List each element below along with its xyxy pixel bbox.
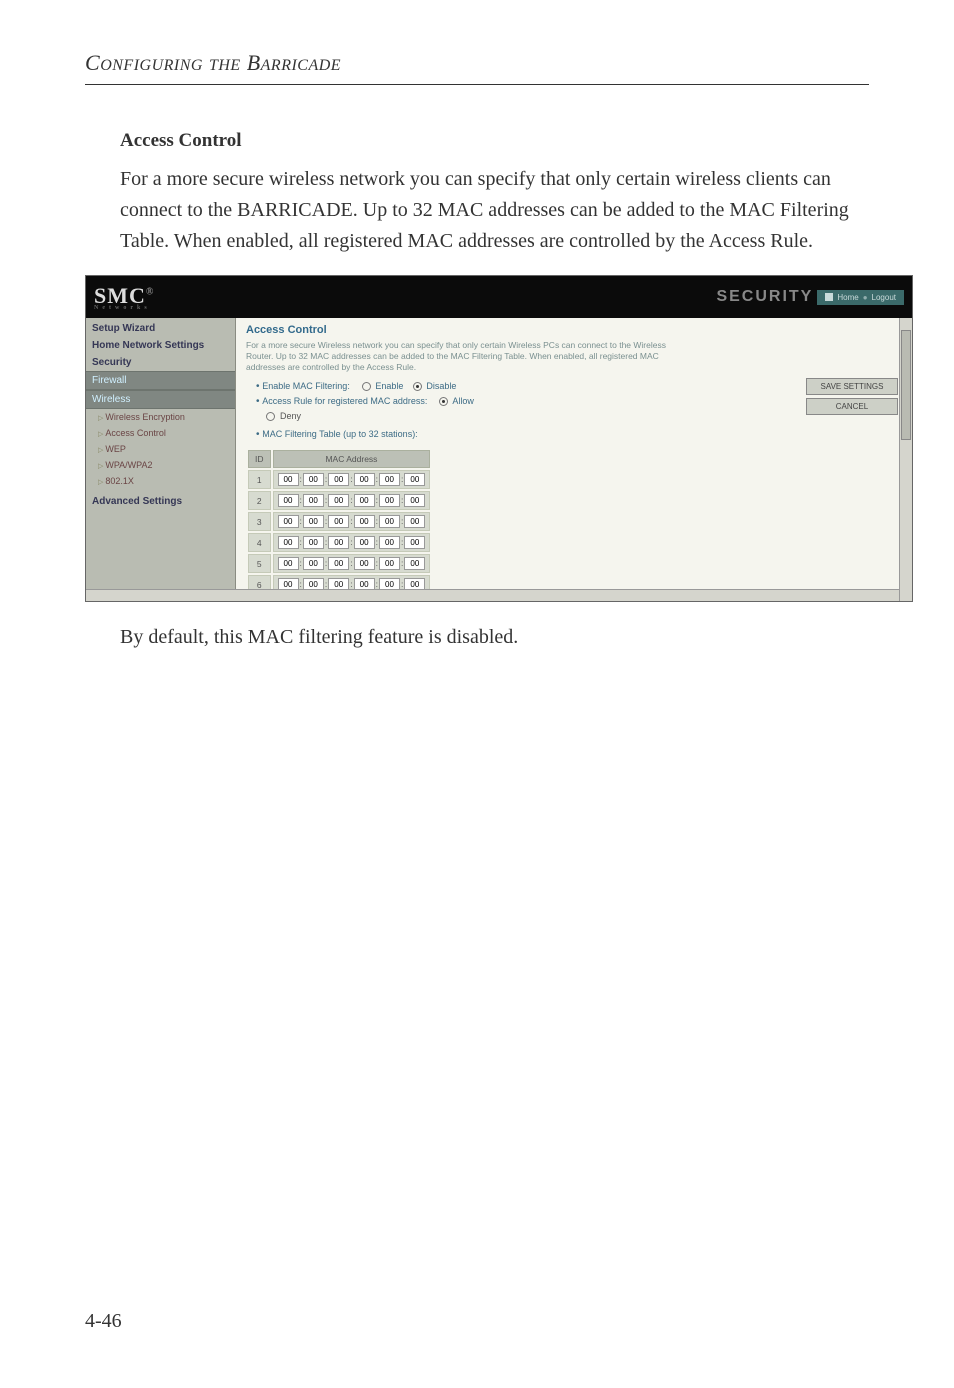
table-row: 4::::: — [248, 533, 430, 552]
mac-address-cell: ::::: — [273, 491, 431, 510]
sidebar-item-security[interactable]: Security — [86, 354, 235, 371]
sidebar-item-setup-wizard[interactable]: Setup Wizard — [86, 320, 235, 337]
mac-octet-input[interactable] — [379, 536, 400, 549]
panel-title: Access Control — [246, 324, 902, 336]
mac-octet-input[interactable] — [278, 515, 299, 528]
save-settings-button[interactable]: SAVE SETTINGS — [806, 378, 898, 395]
mac-octet-input[interactable] — [354, 557, 375, 570]
section-heading: Access Control — [120, 130, 869, 152]
mac-octet-input[interactable] — [404, 494, 425, 507]
mac-octet-input[interactable] — [303, 473, 324, 486]
page-number: 4-46 — [85, 1310, 122, 1333]
mac-octet-input[interactable] — [379, 473, 400, 486]
home-label: Home — [837, 293, 858, 302]
mac-address-cell: ::::: — [273, 470, 431, 489]
mac-octet-input[interactable] — [278, 536, 299, 549]
table-heading: MAC Filtering Table (up to 32 stations): — [256, 429, 902, 440]
mac-octet-input[interactable] — [328, 536, 349, 549]
row-id: 1 — [248, 470, 271, 489]
mac-octet-input[interactable] — [278, 473, 299, 486]
router-admin-screenshot: SMC®Networks SECURITY Home ● Logout Setu… — [85, 275, 913, 602]
sidebar: Setup Wizard Home Network Settings Secur… — [86, 318, 236, 601]
mac-octet-input[interactable] — [303, 557, 324, 570]
brand-logo: SMC®Networks — [94, 283, 154, 311]
mac-octet-input[interactable] — [328, 557, 349, 570]
table-row: 5::::: — [248, 554, 430, 573]
mac-octet-input[interactable] — [404, 557, 425, 570]
table-row: 1::::: — [248, 470, 430, 489]
page-header: CONFIGURING THE BARRICADE — [85, 50, 869, 85]
radio-disable[interactable] — [413, 382, 422, 391]
mac-octet-input[interactable] — [354, 536, 375, 549]
intro-paragraph: For a more secure wireless network you c… — [120, 164, 869, 257]
th-mac: MAC Address — [273, 450, 431, 468]
mac-address-cell: ::::: — [273, 512, 431, 531]
opt-allow-label: Allow — [452, 396, 474, 406]
horizontal-scrollbar[interactable] — [86, 589, 899, 601]
sidebar-item-wireless-encryption[interactable]: Wireless Encryption — [86, 409, 235, 425]
radio-enable[interactable] — [362, 382, 371, 391]
home-button[interactable]: Home ● Logout — [817, 290, 904, 305]
sidebar-item-wep[interactable]: WEP — [86, 441, 235, 457]
opt-deny-label: Deny — [280, 411, 301, 421]
rule-label: Access Rule for registered MAC address: — [262, 396, 427, 406]
mac-octet-input[interactable] — [379, 494, 400, 507]
logout-label: Logout — [872, 293, 896, 302]
mac-filtering-table: ID MAC Address 1:::::2:::::3:::::4:::::5… — [246, 448, 432, 602]
mac-octet-input[interactable] — [303, 536, 324, 549]
mac-octet-input[interactable] — [379, 557, 400, 570]
mac-address-cell: ::::: — [273, 554, 431, 573]
vertical-scrollbar[interactable] — [899, 318, 912, 601]
panel-description: For a more secure Wireless network you c… — [246, 340, 666, 373]
mac-octet-input[interactable] — [303, 494, 324, 507]
caption-paragraph: By default, this MAC filtering feature i… — [120, 622, 869, 653]
row-id: 2 — [248, 491, 271, 510]
cancel-button[interactable]: CANCEL — [806, 398, 898, 415]
sidebar-item-wpa[interactable]: WPA/WPA2 — [86, 457, 235, 473]
mac-octet-input[interactable] — [278, 494, 299, 507]
sidebar-item-wireless[interactable]: Wireless — [86, 390, 235, 409]
table-row: 2::::: — [248, 491, 430, 510]
mac-octet-input[interactable] — [303, 515, 324, 528]
opt-disable-label: Disable — [426, 381, 456, 391]
mac-octet-input[interactable] — [354, 515, 375, 528]
sidebar-item-8021x[interactable]: 802.1X — [86, 473, 235, 489]
opt-enable-label: Enable — [375, 381, 403, 391]
home-icon — [825, 293, 833, 301]
sidebar-item-access-control[interactable]: Access Control — [86, 425, 235, 441]
enable-label: Enable MAC Filtering: — [262, 381, 350, 391]
mac-octet-input[interactable] — [404, 536, 425, 549]
mac-octet-input[interactable] — [379, 515, 400, 528]
row-id: 4 — [248, 533, 271, 552]
mac-octet-input[interactable] — [328, 473, 349, 486]
radio-allow[interactable] — [439, 397, 448, 406]
row-id: 3 — [248, 512, 271, 531]
table-row: 3::::: — [248, 512, 430, 531]
mac-octet-input[interactable] — [278, 557, 299, 570]
th-id: ID — [248, 450, 271, 468]
mac-octet-input[interactable] — [354, 473, 375, 486]
mac-octet-input[interactable] — [328, 515, 349, 528]
mac-octet-input[interactable] — [328, 494, 349, 507]
radio-deny[interactable] — [266, 412, 275, 421]
mac-octet-input[interactable] — [354, 494, 375, 507]
mac-address-cell: ::::: — [273, 533, 431, 552]
mac-octet-input[interactable] — [404, 515, 425, 528]
app-header: SMC®Networks SECURITY Home ● Logout — [86, 276, 912, 318]
sidebar-item-home-network[interactable]: Home Network Settings — [86, 337, 235, 354]
brand-right-text: SECURITY — [716, 288, 813, 306]
sidebar-item-advanced[interactable]: Advanced Settings — [86, 493, 235, 510]
sidebar-item-firewall[interactable]: Firewall — [86, 371, 235, 390]
mac-octet-input[interactable] — [404, 473, 425, 486]
main-panel: Access Control For a more secure Wireles… — [236, 318, 912, 601]
row-id: 5 — [248, 554, 271, 573]
